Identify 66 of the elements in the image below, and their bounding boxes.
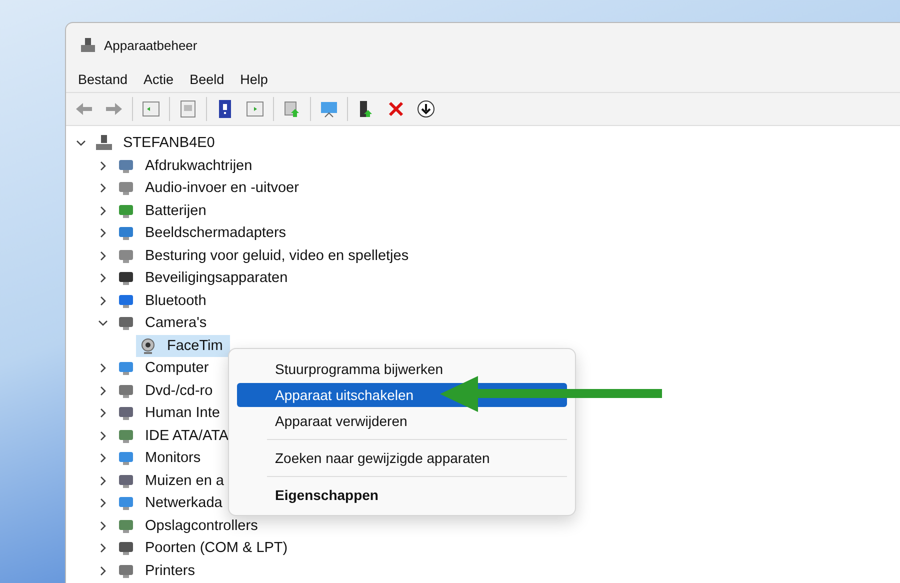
cross-icon xyxy=(386,99,406,119)
tree-item[interactable]: Beveiligingsapparaten xyxy=(141,269,292,288)
device-icon xyxy=(117,314,135,332)
computer-icon xyxy=(95,134,113,152)
tree-item[interactable]: Afdrukwachtrijen xyxy=(141,156,256,175)
expand-chevron-icon[interactable] xyxy=(98,363,108,374)
tree-item[interactable]: Netwerkada xyxy=(141,494,226,512)
tree-item[interactable]: Bluetooth xyxy=(141,292,210,310)
expand-chevron-icon[interactable] xyxy=(98,228,108,238)
device-icon xyxy=(117,404,135,422)
collapse-chevron-icon[interactable] xyxy=(76,138,86,148)
tree-item[interactable]: Audio-invoer en -uitvoer xyxy=(141,179,303,198)
expand-chevron-icon[interactable] xyxy=(98,250,108,261)
expand-chevron-icon[interactable] xyxy=(98,520,108,531)
window-title: Apparaatbeheer xyxy=(104,38,198,52)
webcam-icon xyxy=(139,336,157,355)
expand-chevron-icon[interactable] xyxy=(98,160,108,171)
properties-icon xyxy=(178,99,198,119)
context-menu-item[interactable]: Apparaat verwijderen xyxy=(237,409,567,433)
expand-chevron-icon[interactable] xyxy=(98,386,108,396)
collapse-chevron-icon[interactable] xyxy=(98,318,108,328)
tree-item[interactable]: Beeldschermadapters xyxy=(141,224,290,242)
tree-item[interactable]: Dvd-/cd-ro xyxy=(141,382,217,400)
device-icon xyxy=(117,179,135,198)
expand-chevron-icon[interactable] xyxy=(98,453,108,464)
expand-chevron-icon[interactable] xyxy=(98,498,108,508)
tree-item[interactable]: STEFANB4E0 xyxy=(119,134,219,152)
expand-chevron-icon[interactable] xyxy=(98,408,108,418)
update-driver-icon xyxy=(282,99,302,119)
tree-item[interactable]: IDE ATA/ATA xyxy=(141,426,233,445)
context-menu-item[interactable]: Stuurprogramma bijwerken xyxy=(237,357,567,381)
expand-chevron-icon[interactable] xyxy=(98,206,108,216)
expand-chevron-icon[interactable] xyxy=(98,476,108,486)
tree-item[interactable]: Batterijen xyxy=(141,202,210,220)
panel-icon xyxy=(245,99,265,119)
tree-item[interactable]: Monitors xyxy=(141,449,205,468)
tree-item[interactable]: Besturing voor geluid, video en spelletjes xyxy=(141,246,413,265)
expand-chevron-icon[interactable] xyxy=(98,183,108,194)
expand-chevron-icon[interactable] xyxy=(98,566,108,576)
tree-item[interactable]: Printers xyxy=(141,562,199,580)
tree-item[interactable]: Computer xyxy=(141,359,213,378)
tree-item[interactable]: Human Inte xyxy=(141,404,224,422)
menu-item[interactable]: Actie xyxy=(138,70,180,89)
context-menu-item[interactable]: Zoeken naar gewijzigde apparaten xyxy=(237,446,567,470)
device-icon xyxy=(117,359,135,378)
device-icon xyxy=(117,449,135,468)
tree-item[interactable]: Poorten (COM & LPT) xyxy=(141,539,292,558)
device-icon xyxy=(117,539,135,558)
expand-chevron-icon[interactable] xyxy=(98,296,108,306)
expand-chevron-icon[interactable] xyxy=(98,430,108,441)
monitor-search-icon xyxy=(319,99,339,119)
device-icon xyxy=(117,224,135,242)
download-icon xyxy=(416,99,436,119)
menu-item[interactable]: Bestand xyxy=(72,70,134,89)
app-icon xyxy=(80,37,96,53)
device-icon xyxy=(117,494,135,512)
tree-item[interactable]: Opslagcontrollers xyxy=(141,516,262,535)
tree-item[interactable]: Muizen en a xyxy=(141,472,228,490)
tree-item[interactable]: Camera's xyxy=(141,314,211,332)
expand-chevron-icon[interactable] xyxy=(98,543,108,554)
menu-item[interactable]: Beeld xyxy=(184,70,230,89)
menu-item[interactable]: Help xyxy=(234,70,274,89)
context-menu-item[interactable]: Eigenschappen xyxy=(237,483,567,507)
panel-icon xyxy=(141,99,161,119)
device-icon xyxy=(117,269,135,288)
expand-chevron-icon[interactable] xyxy=(98,273,108,284)
